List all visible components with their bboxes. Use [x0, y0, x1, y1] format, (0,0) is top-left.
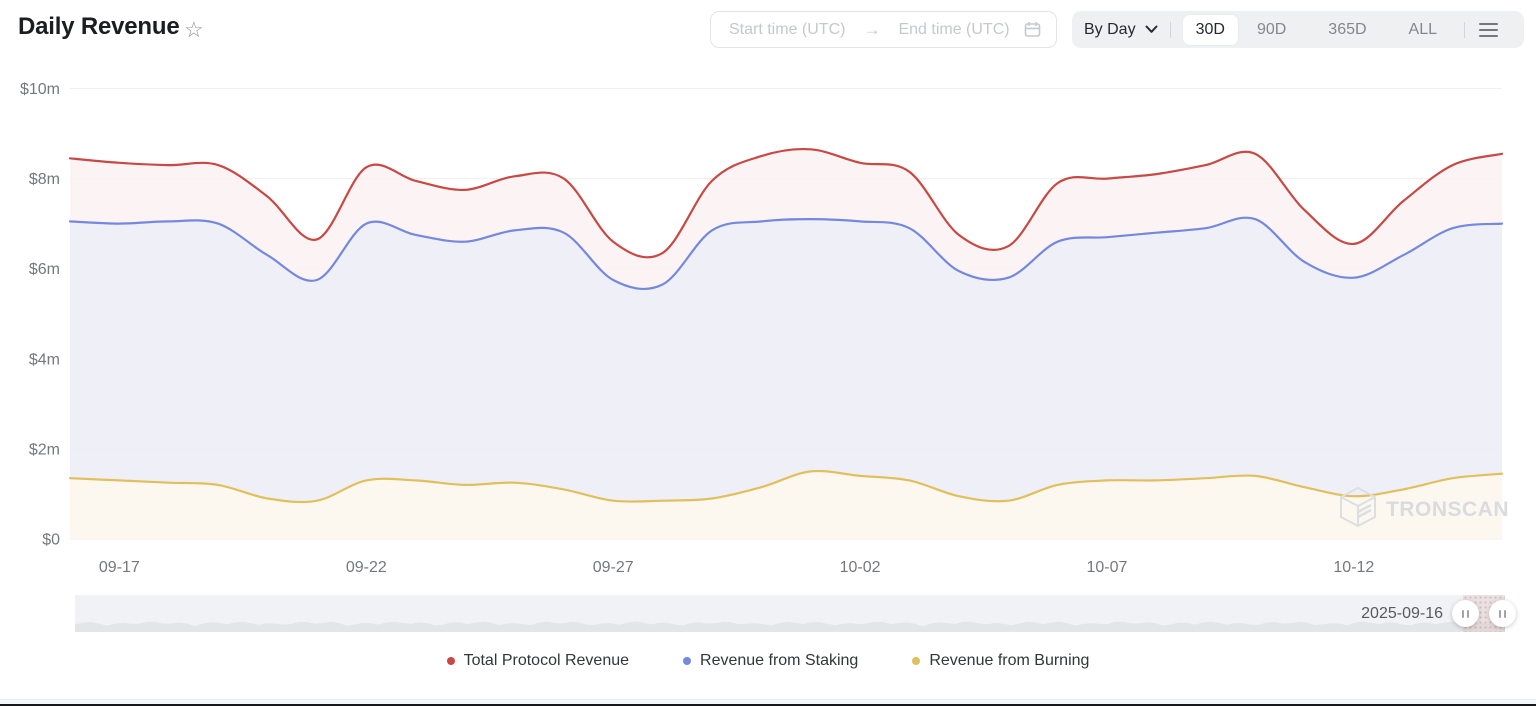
range-button-all[interactable]: ALL — [1396, 15, 1450, 45]
calendar-icon[interactable] — [1023, 20, 1042, 39]
datazoom-date-label: 2025-09-16 — [1361, 595, 1443, 632]
granularity-dropdown[interactable]: By Day — [1084, 21, 1158, 39]
x-axis-label: 10-07 — [1087, 559, 1128, 576]
x-axis-label: 10-12 — [1333, 559, 1374, 576]
page-title: Daily Revenue — [18, 13, 179, 41]
x-axis-label: 10-02 — [840, 559, 881, 576]
end-time-input[interactable]: End time (UTC) — [898, 21, 1009, 39]
y-axis-label: $8m — [29, 171, 60, 188]
y-axis-label: $4m — [29, 351, 60, 368]
y-axis-label: $0 — [42, 532, 60, 549]
range-button-30d[interactable]: 30D — [1183, 15, 1238, 45]
x-axis: 09-17 09-22 09-27 10-02 10-07 10-12 — [99, 559, 1375, 576]
datazoom-track[interactable]: 2025-09-16 — [75, 595, 1505, 632]
legend-dot-icon — [683, 657, 691, 665]
x-axis-label: 09-22 — [346, 559, 387, 576]
legend-dot-icon — [447, 657, 455, 665]
legend-dot-icon — [912, 657, 920, 665]
revenue-area-chart[interactable]: $0 $2m $4m $6m $8m $10m 09-17 09-22 09-27 10-02 10… — [0, 48, 1536, 593]
granularity-label: By Day — [1084, 21, 1136, 39]
chart-controls: By Day 30D 90D 365D ALL — [1072, 11, 1524, 48]
datazoom-handle-right[interactable] — [1489, 600, 1516, 627]
y-axis-label: $2m — [29, 441, 60, 458]
range-button-90d[interactable]: 90D — [1244, 15, 1299, 45]
favorite-star-icon[interactable]: ☆ — [184, 17, 204, 43]
x-axis-label: 09-17 — [99, 559, 140, 576]
range-button-365d[interactable]: 365D — [1315, 15, 1379, 45]
date-range-picker[interactable]: Start time (UTC) → End time (UTC) — [710, 11, 1057, 48]
legend-item-total-protocol-revenue[interactable]: Total Protocol Revenue — [447, 652, 629, 670]
toolbox-menu-icon[interactable] — [1477, 19, 1500, 41]
datazoom-handle-left[interactable] — [1452, 600, 1479, 627]
chart-legend: Total Protocol Revenue Revenue from Stak… — [0, 652, 1536, 670]
arrow-right-icon: → — [863, 20, 880, 40]
daily-revenue-page: Daily Revenue ☆ Start time (UTC) → End t… — [0, 0, 1536, 706]
chevron-down-icon — [1145, 25, 1158, 34]
x-axis-label: 09-27 — [593, 559, 634, 576]
divider — [1170, 22, 1171, 38]
legend-item-revenue-from-burning[interactable]: Revenue from Burning — [912, 652, 1089, 670]
legend-item-revenue-from-staking[interactable]: Revenue from Staking — [683, 652, 858, 670]
divider — [1464, 22, 1465, 38]
y-axis-label: $6m — [29, 261, 60, 278]
y-axis-label: $10m — [20, 81, 60, 98]
datazoom-minimap — [75, 595, 1505, 632]
start-time-input[interactable]: Start time (UTC) — [729, 21, 845, 39]
minimap-silhouette — [75, 622, 1505, 633]
